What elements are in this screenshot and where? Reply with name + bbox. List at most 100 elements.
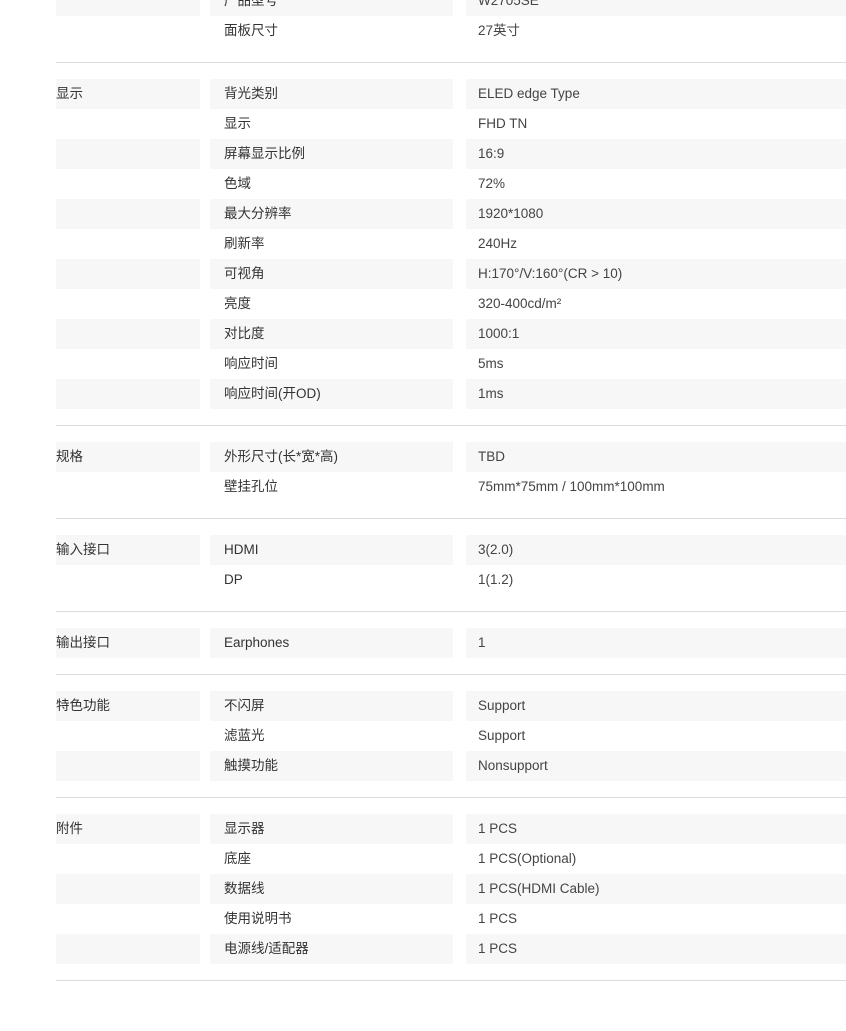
spec-section: 规格 外形尺寸(长*宽*高) TBD 壁挂孔位 75mm*75mm / 100mm*10… (0, 425, 846, 518)
spec-category-label: 附件 (56, 821, 83, 836)
spec-value: W2705SE (478, 0, 539, 8)
spec-value: 1 PCS (478, 911, 518, 926)
spec-value: FHD TN (478, 116, 528, 131)
spec-row: 最大分辨率 1920*1080 (0, 199, 846, 229)
spec-value: 1(1.2) (478, 572, 514, 587)
spec-row: 亮度 320-400cd/m² (0, 289, 846, 319)
spec-category-label (56, 844, 200, 874)
spec-category-label (56, 472, 200, 502)
spec-attribute-label: 可视角 (224, 266, 265, 281)
spec-category-label (56, 0, 200, 16)
spec-section-body: 输入接口 HDMI 3(2.0) DP 1(1.2) (0, 535, 846, 595)
spec-section: 输入接口 HDMI 3(2.0) DP 1(1.2) (0, 518, 846, 611)
spec-attribute-label: 最大分辨率 (224, 206, 292, 221)
spec-row: 刷新率 240Hz (0, 229, 846, 259)
spec-row: 输出接口 Earphones 1 (0, 628, 846, 658)
spec-section-body: 显示 背光类别 ELED edge Type 显示 FHD TN 屏幕显示比例 16:9 色域… (0, 79, 846, 409)
spec-category-label (56, 109, 200, 139)
spec-attribute-label: DP (224, 572, 243, 587)
spec-category-label (56, 934, 200, 964)
spec-value: 72% (478, 176, 506, 191)
spec-attribute-label: 显示器 (224, 821, 265, 836)
spec-value: 1 (478, 635, 486, 650)
spec-value: 5ms (478, 356, 504, 371)
spec-value: 1 PCS(Optional) (478, 851, 577, 866)
spec-category-label (56, 16, 200, 46)
spec-attribute-label: 外形尺寸(长*宽*高) (224, 449, 338, 464)
spec-section-body: 规格 外形尺寸(长*宽*高) TBD 壁挂孔位 75mm*75mm / 100mm*10… (0, 442, 846, 502)
spec-attribute-label: 刷新率 (224, 236, 265, 251)
spec-attribute-label: 屏幕显示比例 (224, 146, 305, 161)
spec-attribute-label: 色域 (224, 176, 251, 191)
spec-attribute-label: HDMI (224, 542, 259, 557)
spec-row: 特色功能 不闪屏 Support (0, 691, 846, 721)
spec-value: 240Hz (478, 236, 518, 251)
spec-row: 显示 FHD TN (0, 109, 846, 139)
spec-category-label (56, 169, 200, 199)
spec-section: 输出接口 Earphones 1 (0, 611, 846, 674)
spec-row: 使用说明书 1 PCS (0, 904, 846, 934)
spec-value: ELED edge Type (478, 86, 580, 101)
spec-value: 27英寸 (478, 23, 521, 38)
spec-value: 3(2.0) (478, 542, 514, 557)
spec-value: 1000:1 (478, 326, 520, 341)
spec-value: H:170°/V:160°(CR > 10) (478, 266, 623, 281)
spec-value: 1920*1080 (478, 206, 544, 221)
spec-category-label (56, 565, 200, 595)
spec-attribute-label: 亮度 (224, 296, 251, 311)
spec-row: DP 1(1.2) (0, 565, 846, 595)
spec-attribute-label: 底座 (224, 851, 251, 866)
spec-category-label (56, 874, 200, 904)
spec-row: 可视角 H:170°/V:160°(CR > 10) (0, 259, 846, 289)
spec-attribute-label: 产品型号 (224, 0, 278, 8)
spec-value: Support (478, 698, 526, 713)
spec-value: 16:9 (478, 146, 505, 161)
spec-row: 底座 1 PCS(Optional) (0, 844, 846, 874)
spec-value: 320-400cd/m² (478, 296, 562, 311)
spec-row: 附件 显示器 1 PCS (0, 814, 846, 844)
spec-attribute-label: 滤蓝光 (224, 728, 265, 743)
spec-section-body: 附件 显示器 1 PCS 底座 1 PCS(Optional) 数据线 1 PCS(HDMI… (0, 814, 846, 964)
spec-value: 1 PCS (478, 821, 518, 836)
spec-row: 输入接口 HDMI 3(2.0) (0, 535, 846, 565)
spec-attribute-label: 显示 (224, 116, 251, 131)
spec-row: 产品型号 W2705SE (0, 0, 846, 16)
spec-category-label: 特色功能 (56, 698, 110, 713)
spec-row: 响应时间(开OD) 1ms (0, 379, 846, 409)
spec-section-body: 产品型号 W2705SE 面板尺寸 27英寸 (0, 0, 846, 46)
spec-attribute-label: 对比度 (224, 326, 265, 341)
spec-row: 显示 背光类别 ELED edge Type (0, 79, 846, 109)
spec-row: 数据线 1 PCS(HDMI Cable) (0, 874, 846, 904)
spec-attribute-label: 使用说明书 (224, 911, 292, 926)
spec-value: 1ms (478, 386, 504, 401)
spec-section: 产品型号 W2705SE 面板尺寸 27英寸 (0, 0, 846, 62)
spec-row: 屏幕显示比例 16:9 (0, 139, 846, 169)
spec-row: 面板尺寸 27英寸 (0, 16, 846, 46)
spec-category-label: 输出接口 (56, 635, 110, 650)
spec-category-label: 显示 (56, 86, 83, 101)
spec-row: 电源线/适配器 1 PCS (0, 934, 846, 964)
section-divider (56, 980, 846, 981)
spec-attribute-label: 数据线 (224, 881, 265, 896)
spec-section-body: 输出接口 Earphones 1 (0, 628, 846, 658)
spec-row: 滤蓝光 Support (0, 721, 846, 751)
spec-value: Nonsupport (478, 758, 548, 773)
spec-category-label (56, 139, 200, 169)
spec-value: Support (478, 728, 526, 743)
spec-attribute-label: 壁挂孔位 (224, 479, 278, 494)
spec-attribute-label: 响应时间 (224, 356, 278, 371)
spec-row: 触摸功能 Nonsupport (0, 751, 846, 781)
spec-section: 显示 背光类别 ELED edge Type 显示 FHD TN 屏幕显示比例 16:9 色域… (0, 62, 846, 425)
spec-section: 特色功能 不闪屏 Support 滤蓝光 Support 触摸功能 Nonsupport (0, 674, 846, 797)
